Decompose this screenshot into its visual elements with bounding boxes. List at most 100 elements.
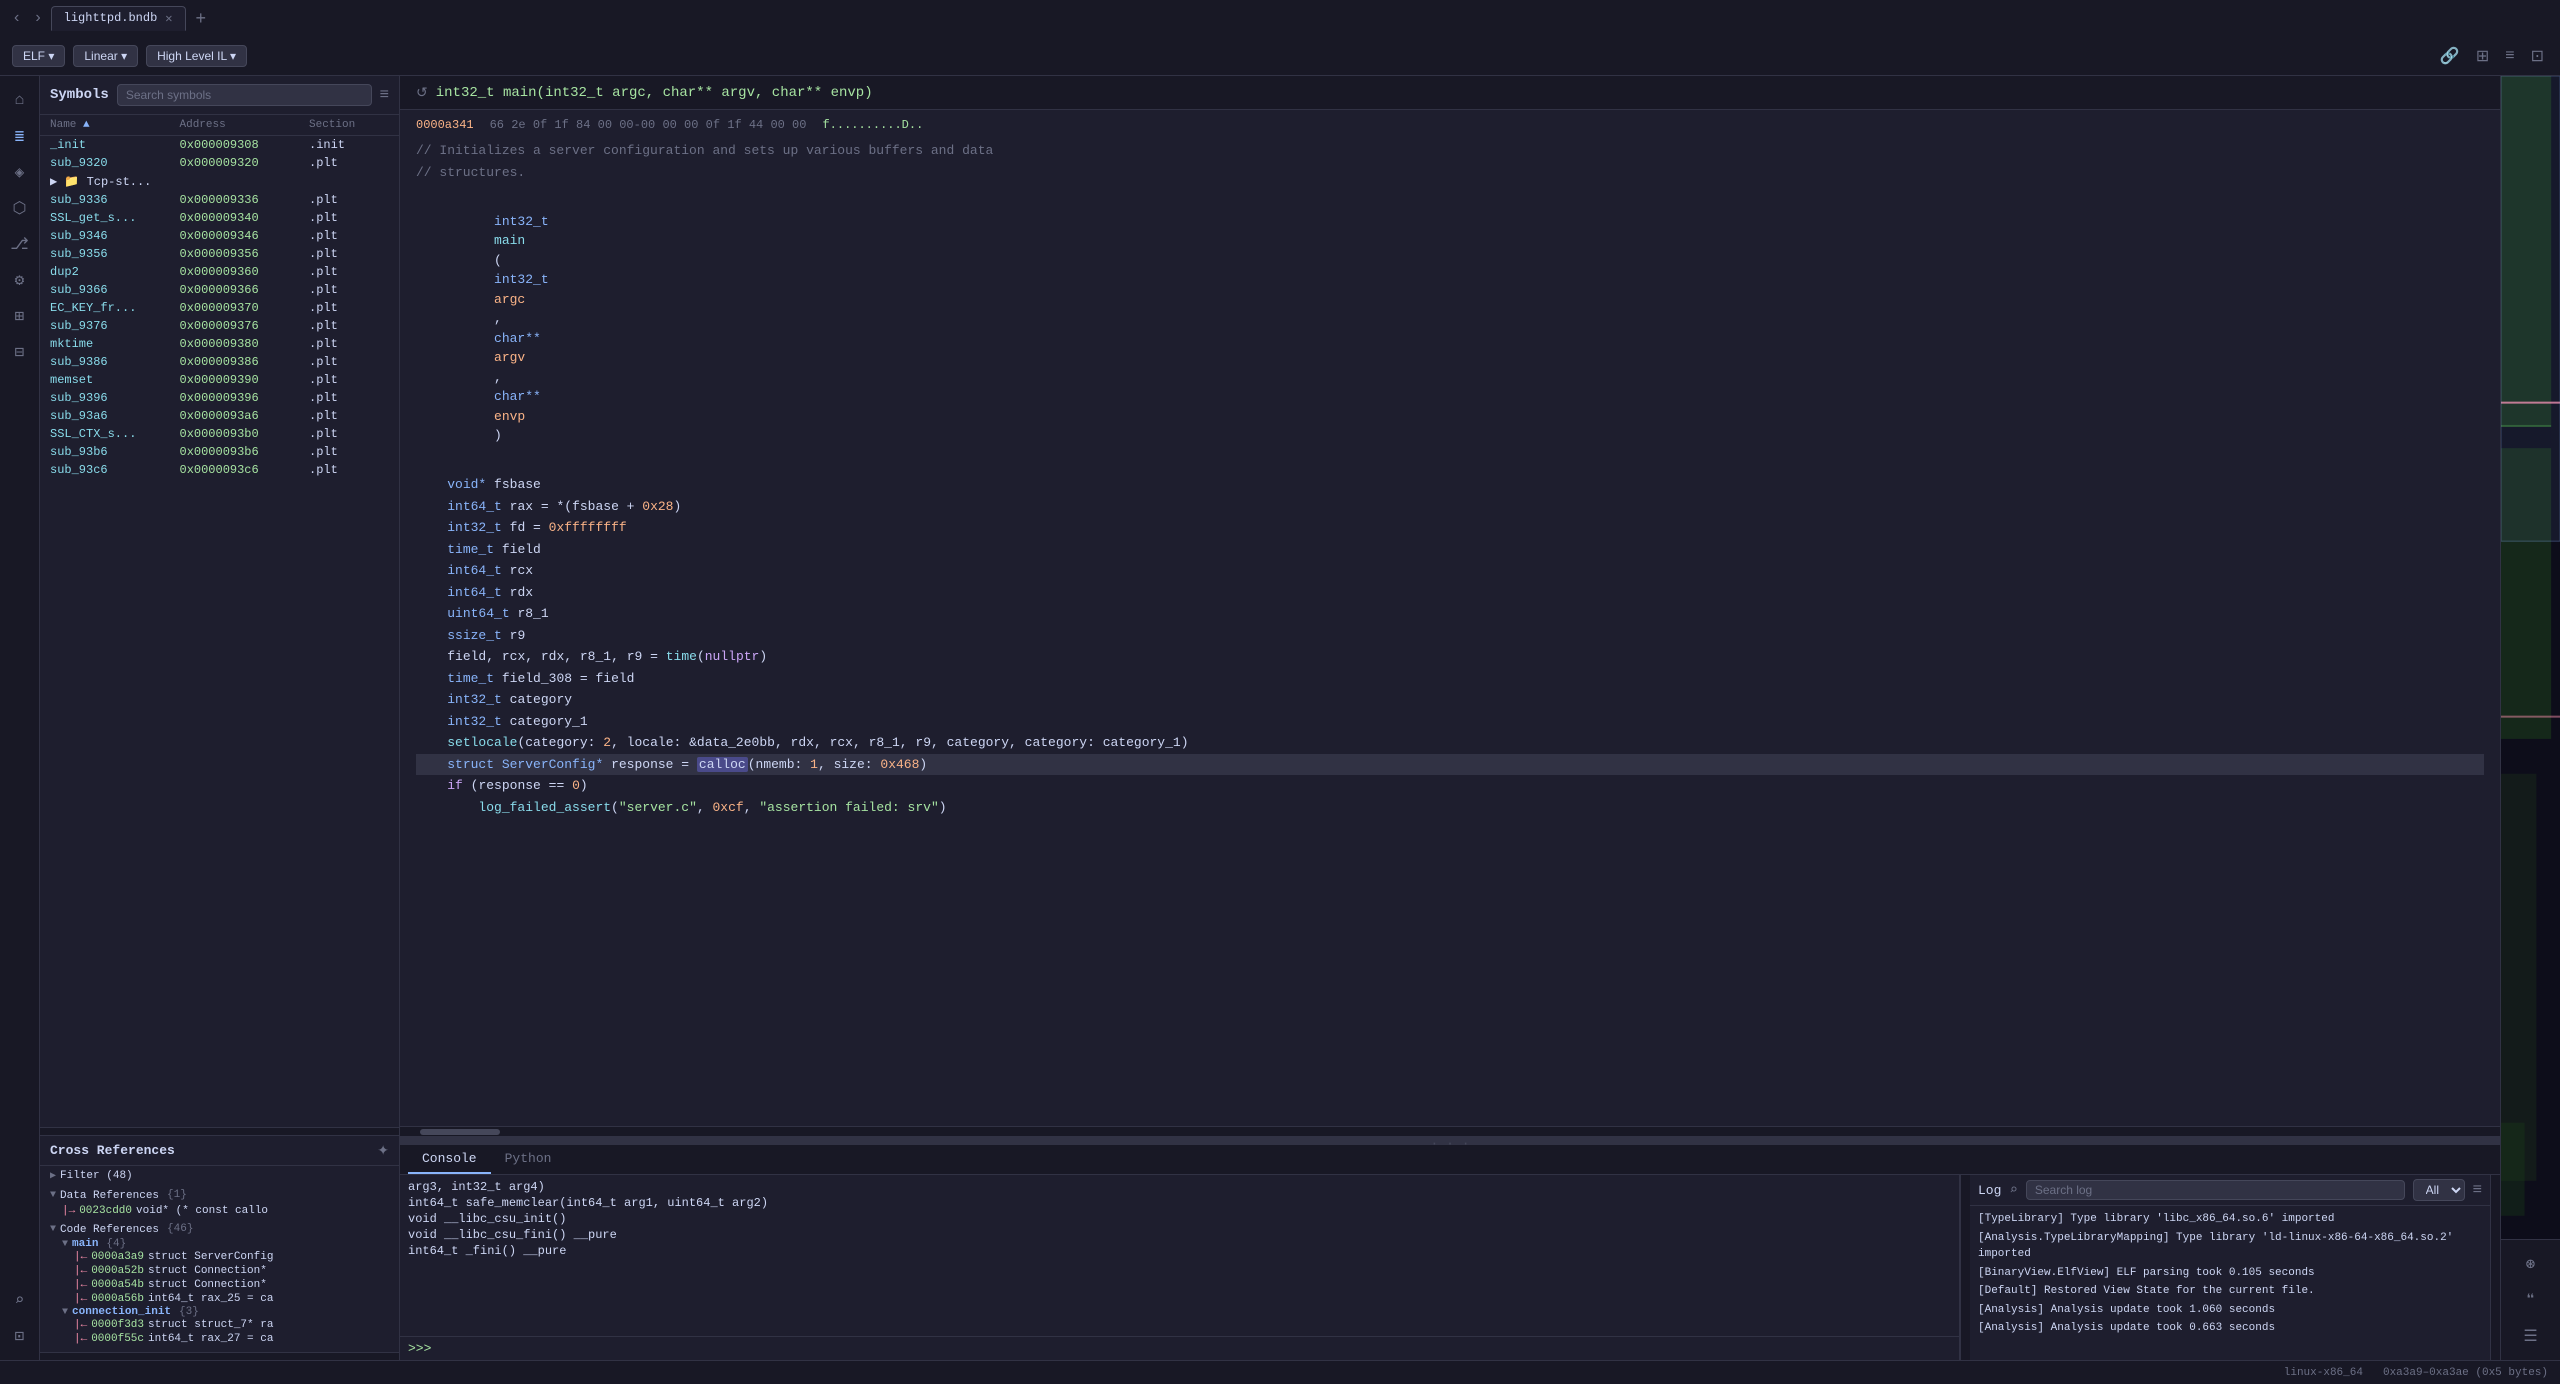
right-list-icon[interactable]: ☰	[2515, 1320, 2547, 1352]
symbol-row[interactable]: sub_93460x000009346.plt	[40, 227, 399, 245]
symbol-row[interactable]: sub_93860x000009386.plt	[40, 353, 399, 371]
symbol-row[interactable]: SSL_CTX_s...0x0000093b0.plt	[40, 425, 399, 443]
symbol-row[interactable]: sub_93360x000009336.plt	[40, 191, 399, 209]
status-bar: linux-x86_64 0xa3a9–0xa3ae (0x5 bytes)	[0, 1360, 2560, 1384]
link-icon-button[interactable]: 🔗	[2436, 42, 2464, 70]
main-ref-item-0[interactable]: |← 0000a3a9 struct ServerConfig	[62, 1250, 389, 1264]
sidebar-search-icon[interactable]: ⌕	[4, 1284, 36, 1316]
main-ref-item-2[interactable]: |← 0000a54b struct Connection*	[62, 1278, 389, 1292]
symbol-row[interactable]: dup20x000009360.plt	[40, 263, 399, 281]
bottom-layout: arg3, int32_t arg4) int64_t safe_memclea…	[400, 1175, 2500, 1360]
code-scroll[interactable]: 0000a341 66 2e 0f 1f 84 00 00-00 00 00 0…	[400, 110, 2500, 1126]
main-ref-item-3[interactable]: |← 0000a56b int64_t rax_25 = ca	[62, 1292, 389, 1306]
search-symbols-input[interactable]	[117, 84, 372, 106]
tab-console[interactable]: Console	[408, 1145, 491, 1174]
hlil-dropdown-button[interactable]: High Level IL ▾	[146, 45, 247, 67]
main-ref-item-1[interactable]: |← 0000a52b struct Connection*	[62, 1264, 389, 1278]
tab-label: lighttpd.bndb	[64, 11, 158, 25]
hex-line: 0000a341 66 2e 0f 1f 84 00 00-00 00 00 0…	[416, 118, 2484, 132]
main-ref-count: {4}	[106, 1238, 126, 1250]
right-quote-icon[interactable]: ❝	[2515, 1284, 2547, 1316]
forward-button[interactable]: ›	[29, 5, 46, 31]
sidebar-disasm-icon[interactable]: ≣	[4, 120, 36, 152]
tab-python[interactable]: Python	[491, 1145, 566, 1174]
symbol-row[interactable]: mktime0x000009380.plt	[40, 335, 399, 353]
plugin-icon-button[interactable]: ⊡	[2527, 42, 2548, 70]
symbol-row[interactable]: sub_93660x000009366.plt	[40, 281, 399, 299]
symbol-row[interactable]: sub_93960x000009396.plt	[40, 389, 399, 407]
symbols-hscroll[interactable]	[40, 1127, 399, 1135]
data-references-header[interactable]: ▼ Data References {1}	[50, 1186, 389, 1204]
main-ref-expand-icon[interactable]: ▼	[62, 1239, 68, 1250]
conn-ref-item-0[interactable]: |← 0000f3d3 struct struct_7* ra	[62, 1318, 389, 1332]
symbol-row[interactable]: sub_93a60x0000093a6.plt	[40, 407, 399, 425]
minimap-area[interactable]	[2501, 76, 2560, 1239]
sidebar-settings-icon[interactable]: ⚙	[4, 264, 36, 296]
symbol-row[interactable]: sub_93c60x0000093c6.plt	[40, 461, 399, 479]
console-scroll[interactable]	[1960, 1175, 1970, 1360]
symbol-row[interactable]: ▶ 📁 Tcp-st...	[40, 172, 399, 191]
func-close: )	[494, 428, 502, 443]
ref-arrow-2: |←	[74, 1279, 87, 1291]
symbol-name: sub_9320	[50, 156, 180, 170]
elf-dropdown-button[interactable]: ELF ▾	[12, 45, 65, 67]
code-references-header[interactable]: ▼ Code References {46}	[50, 1220, 389, 1238]
symbols-table: _init0x000009308.initsub_93200x000009320…	[40, 136, 399, 1127]
symbol-name: SSL_CTX_s...	[50, 427, 180, 441]
symbol-section: .plt	[309, 301, 389, 315]
log-scroll[interactable]	[2490, 1175, 2500, 1360]
symbols-menu-button[interactable]: ≡	[380, 86, 389, 104]
symbol-row[interactable]: EC_KEY_fr...0x000009370.plt	[40, 299, 399, 317]
log-menu-button[interactable]: ≡	[2473, 1181, 2482, 1199]
main-refs-header[interactable]: ▼ main {4}	[62, 1238, 389, 1250]
filter-expand-icon[interactable]: ▶	[50, 1170, 56, 1182]
refresh-button[interactable]: ↺	[416, 84, 428, 101]
symbol-section: .plt	[309, 283, 389, 297]
bottom-area: · · · Console Python arg3, int32_t arg4)…	[400, 1140, 2500, 1360]
sidebar-tag-icon[interactable]: ◈	[4, 156, 36, 188]
symbol-row[interactable]: memset0x000009390.plt	[40, 371, 399, 389]
columns-icon-button[interactable]: ⊞	[2472, 42, 2493, 70]
main-refs-group: ▼ main {4} |← 0000a3a9 struct ServerConf…	[50, 1238, 389, 1306]
symbol-addr: 0x0000093b0	[180, 427, 310, 441]
code-hscroll[interactable]	[400, 1126, 2500, 1136]
console-input[interactable]	[435, 1342, 1951, 1356]
sidebar-branch-icon[interactable]: ⎇	[4, 228, 36, 260]
conn-init-expand-icon[interactable]: ▼	[62, 1307, 68, 1318]
console-prompt: >>>	[408, 1341, 431, 1356]
symbol-row[interactable]: sub_93760x000009376.plt	[40, 317, 399, 335]
symbol-row[interactable]: sub_93200x000009320.plt	[40, 154, 399, 172]
sidebar-terminal-icon[interactable]: ⊡	[4, 1320, 36, 1352]
data-references-group: ▼ Data References {1} |→ 0023cdd0 void* …	[50, 1186, 389, 1218]
tab-close-button[interactable]: ✕	[165, 11, 172, 26]
conn-init-refs-header[interactable]: ▼ connection_init {3}	[62, 1306, 389, 1318]
right-layers-icon[interactable]: ⊛	[2515, 1248, 2547, 1280]
data-ref-item[interactable]: |→ 0023cdd0 void* (* const callo	[50, 1204, 389, 1218]
back-button[interactable]: ‹	[8, 5, 25, 31]
tab-lighttpd[interactable]: lighttpd.bndb ✕	[51, 6, 186, 31]
add-tab-button[interactable]: +	[190, 8, 213, 29]
sidebar-table-icon[interactable]: ⊟	[4, 336, 36, 368]
conn-ref-item-1[interactable]: |← 0000f55c int64_t rax_27 = ca	[62, 1332, 389, 1346]
conn-init-refs-group: ▼ connection_init {3} |← 0000f3d3 struct…	[50, 1306, 389, 1346]
data-ref-expand-icon[interactable]: ▼	[50, 1190, 56, 1201]
symbol-addr: 0x000009370	[180, 301, 310, 315]
data-references-label: Data References	[60, 1190, 159, 1202]
symbol-section	[309, 174, 389, 189]
symbol-row[interactable]: sub_93b60x0000093b6.plt	[40, 443, 399, 461]
sidebar-grid-icon[interactable]: ⊞	[4, 300, 36, 332]
linear-dropdown-button[interactable]: Linear ▾	[73, 45, 138, 67]
symbol-row[interactable]: SSL_get_s...0x000009340.plt	[40, 209, 399, 227]
menu-icon-button[interactable]: ≡	[2501, 43, 2518, 69]
cross-ref-hscroll[interactable]	[40, 1352, 399, 1360]
cross-ref-pin-button[interactable]: ✦	[377, 1142, 389, 1159]
sidebar-graph-icon[interactable]: ⬡	[4, 192, 36, 224]
sidebar-home-icon[interactable]: ⌂	[4, 84, 36, 116]
log-search-input[interactable]	[2026, 1180, 2405, 1200]
var-rax: int64_t rax = *(fsbase + 0x28)	[416, 496, 2484, 518]
log-filter-select[interactable]: All	[2413, 1179, 2465, 1201]
comma-0: ,	[494, 311, 510, 326]
code-ref-expand-icon[interactable]: ▼	[50, 1224, 56, 1235]
symbol-row[interactable]: sub_93560x000009356.plt	[40, 245, 399, 263]
symbol-row[interactable]: _init0x000009308.init	[40, 136, 399, 154]
